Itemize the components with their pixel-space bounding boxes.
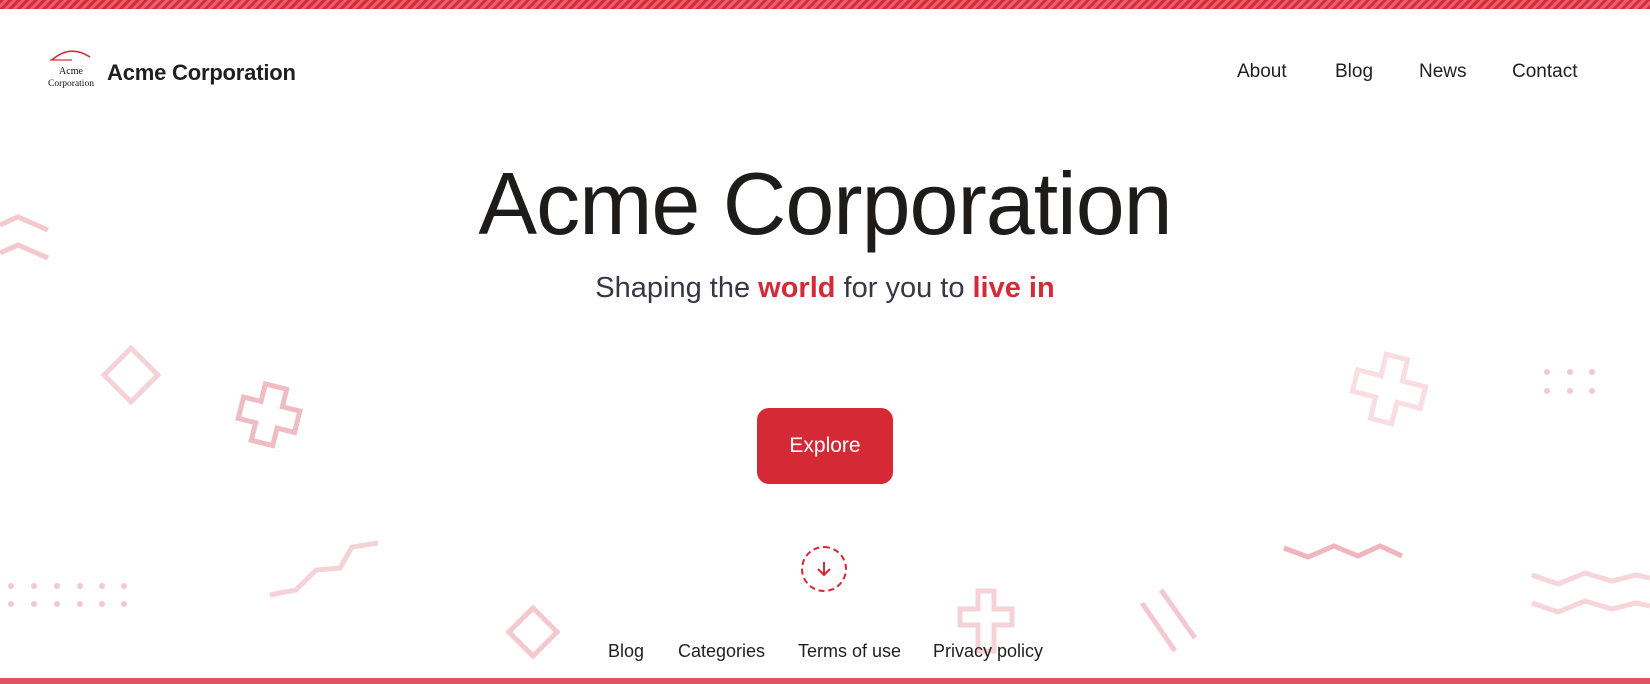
logo-text-line1: Acme [59, 66, 83, 77]
site-header: Acme Corporation Acme Corporation About … [0, 40, 1650, 106]
diamond-shape-1 [100, 344, 162, 406]
footer-link-privacy-policy[interactable]: Privacy policy [933, 641, 1043, 662]
tagline-highlight-live-in: live in [972, 272, 1055, 304]
zigzag-shape-1 [269, 540, 379, 598]
footer-link-categories[interactable]: Categories [678, 641, 765, 662]
diagonal-line-2 [1158, 588, 1198, 640]
zigzag-shape-2 [1283, 543, 1404, 560]
wave-shape-2 [1531, 598, 1650, 615]
dot-grid-right [1544, 369, 1595, 394]
hero-title: Acme Corporation [478, 154, 1172, 253]
tagline-text-1: Shaping the [595, 272, 759, 304]
bottom-accent-bar [0, 678, 1650, 684]
nav-item-news[interactable]: News [1419, 61, 1467, 83]
tagline-highlight-world: world [758, 272, 836, 304]
scroll-down-button[interactable] [801, 546, 847, 592]
diamond-shape-2 [505, 604, 561, 660]
wave-shape-1 [1531, 570, 1650, 587]
dot-grid-left [8, 583, 127, 607]
arrow-down-icon [817, 562, 831, 577]
nav-item-blog[interactable]: Blog [1335, 61, 1373, 83]
hero-tagline: Shaping the world for you to live in [0, 274, 1650, 303]
footer-link-terms-of-use[interactable]: Terms of use [798, 641, 901, 662]
nav-item-about[interactable]: About [1237, 61, 1287, 83]
cross-shape-3 [1349, 351, 1429, 427]
brand-name[interactable]: Acme Corporation [107, 60, 296, 86]
diagonal-line-1 [1139, 601, 1178, 653]
roof-icon [50, 50, 91, 61]
cross-shape-1 [235, 380, 303, 449]
footer-link-blog[interactable]: Blog [608, 641, 644, 662]
explore-button[interactable]: Explore [757, 408, 893, 484]
logo[interactable]: Acme Corporation [46, 48, 96, 98]
nav-item-contact[interactable]: Contact [1512, 61, 1577, 83]
tagline-text-2: for you to [835, 272, 973, 304]
logo-text-line2: Corporation [48, 79, 94, 89]
